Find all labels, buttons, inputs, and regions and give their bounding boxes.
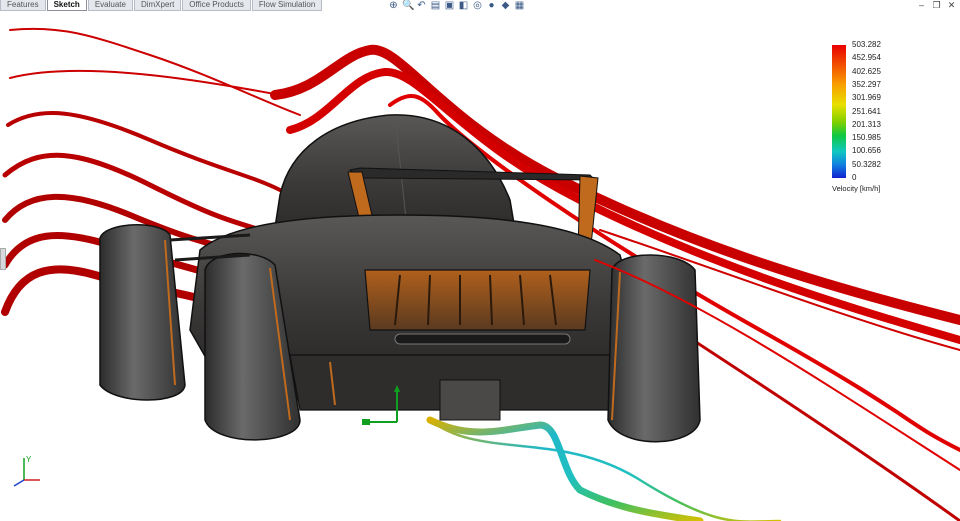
- legend-tick-label: 352.297: [852, 79, 881, 89]
- legend-tick-label: 301.969: [852, 93, 881, 103]
- hide-show-items-icon[interactable]: ◎: [472, 0, 483, 11]
- view-settings-icon[interactable]: ▦: [514, 0, 525, 11]
- tab-evaluate[interactable]: Evaluate: [87, 0, 133, 11]
- legend-tick-label: 150.985: [852, 133, 881, 143]
- legend-tick-label: 251.641: [852, 106, 881, 116]
- graphics-viewport[interactable]: Y: [0, 0, 960, 521]
- race-car-model[interactable]: [99, 114, 701, 443]
- section-view-icon[interactable]: ▤: [430, 0, 441, 11]
- legend-tick-label: 201.313: [852, 119, 881, 129]
- legend-color-bar: [832, 45, 846, 178]
- zoom-to-area-icon[interactable]: 🔍: [402, 0, 414, 11]
- display-style-icon[interactable]: ◧: [458, 0, 469, 11]
- tab-features[interactable]: Features: [0, 0, 46, 11]
- restore-icon[interactable]: ❐: [932, 0, 941, 10]
- legend-label: Velocity [km/h]: [832, 184, 881, 193]
- zoom-to-fit-icon[interactable]: ⊕: [388, 0, 399, 11]
- rear-light-bar: [394, 333, 571, 345]
- tab-sketch[interactable]: Sketch: [46, 0, 87, 11]
- diffuser-center: [439, 379, 501, 421]
- svg-text:Y: Y: [26, 455, 32, 464]
- legend-tick-label: 503.282: [852, 40, 881, 49]
- legend-tick-label: 100.656: [852, 146, 881, 156]
- tab-dimxpert[interactable]: DimXpert: [133, 0, 182, 11]
- reference-triad[interactable]: Y: [13, 455, 40, 487]
- right-rear-tire: [607, 254, 701, 443]
- feature-manager-collapse-handle[interactable]: [0, 248, 6, 270]
- apply-scene-icon[interactable]: ◆: [500, 0, 511, 11]
- heads-up-view-toolbar: ⊕ 🔍 ↶ ▤ ▣ ◧ ◎ ● ◆ ▦: [388, 0, 525, 12]
- minimize-icon[interactable]: –: [917, 0, 926, 10]
- velocity-legend[interactable]: 503.282 452.954 402.625 352.297 301.969 251.6…: [827, 38, 937, 198]
- flow-ribbon: [9, 69, 281, 96]
- legend-tick-label: 0: [852, 173, 857, 182]
- command-manager-tabs: Features Sketch Evaluate DimXpert Office Pro…: [0, 0, 323, 11]
- tab-flow-simulation[interactable]: Flow Simulation: [251, 0, 323, 11]
- view-orientation-icon[interactable]: ▣: [444, 0, 455, 11]
- legend-tick-label: 452.954: [852, 53, 881, 63]
- tab-office-products[interactable]: Office Products: [182, 0, 251, 11]
- left-front-tire: [99, 224, 186, 401]
- close-icon[interactable]: ✕: [947, 0, 956, 10]
- legend-tick-label: 50.3282: [852, 159, 881, 169]
- window-controls: – ❐ ✕: [917, 0, 956, 10]
- flow-ribbon: [6, 111, 282, 192]
- edit-appearance-icon[interactable]: ●: [486, 0, 497, 11]
- legend-tick-label: 402.625: [852, 66, 881, 76]
- previous-view-icon[interactable]: ↶: [416, 0, 427, 11]
